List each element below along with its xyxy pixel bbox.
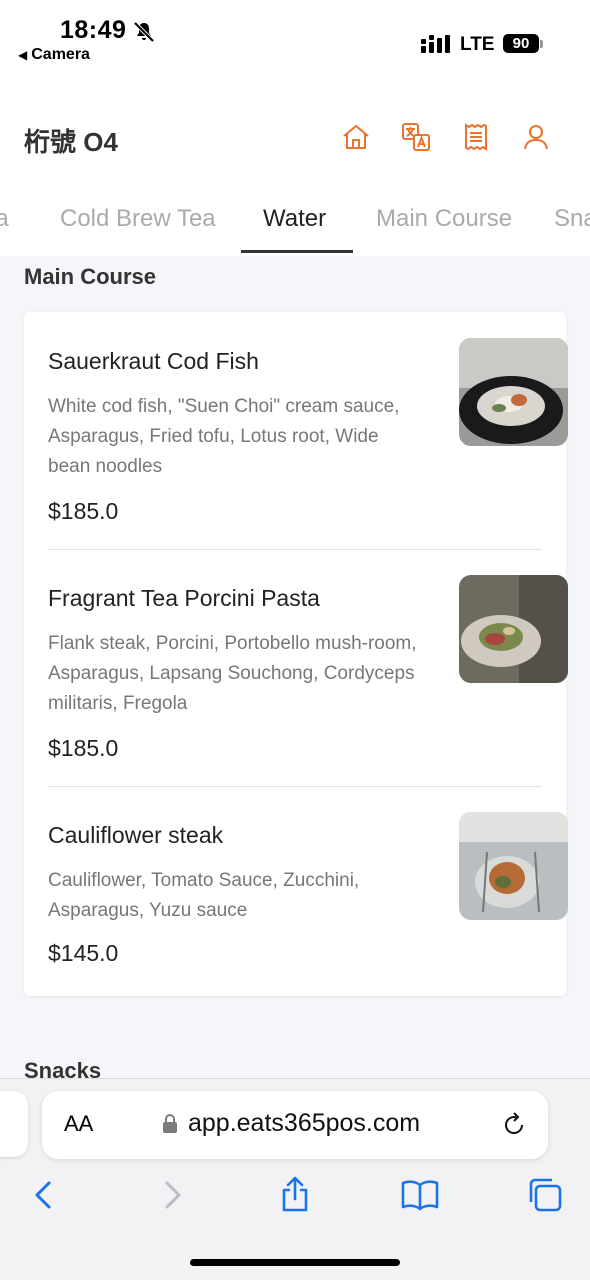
battery-tip	[540, 40, 543, 48]
user-icon[interactable]	[521, 122, 551, 152]
url-text: app.eats365pos.com	[188, 1109, 421, 1137]
home-indicator	[190, 1259, 400, 1266]
back-app-label: Camera	[31, 46, 90, 63]
tab-snacks[interactable]: Snacks	[554, 205, 590, 233]
menu-item[interactable]: Sauerkraut Cod Fish White cod fish, "Sue…	[48, 338, 568, 550]
app-header: 桁號 O4	[0, 80, 590, 190]
tab-cold-brew-tea[interactable]: Cold Brew Tea	[60, 205, 216, 233]
bookmarks-icon[interactable]	[400, 1175, 440, 1215]
item-photo[interactable]	[459, 575, 568, 683]
item-photo[interactable]	[459, 812, 568, 920]
section-title: Main Course	[24, 264, 157, 289]
back-icon[interactable]	[24, 1175, 64, 1215]
network-type: LTE	[460, 34, 495, 55]
reload-icon[interactable]	[500, 1111, 528, 1139]
tabs-icon[interactable]	[525, 1175, 565, 1215]
address-bar[interactable]: AA app.eats365pos.com	[42, 1091, 548, 1159]
tab-water[interactable]: Water	[263, 205, 326, 233]
text-size-button[interactable]: AA	[64, 1111, 93, 1137]
share-icon[interactable]	[275, 1175, 315, 1215]
browser-toolbar: AA app.eats365pos.com	[0, 1078, 590, 1280]
store-title: 桁號 O4	[24, 127, 118, 157]
item-price: $185.0	[48, 498, 119, 524]
signal-icon	[421, 35, 450, 53]
tab-main-course[interactable]: Main Course	[376, 205, 512, 233]
menu-item[interactable]: Cauliflower steak Cauliflower, Tomato Sa…	[48, 812, 568, 972]
text-size-label: AA	[64, 1111, 94, 1136]
menu-card: Sauerkraut Cod Fish White cod fish, "Sue…	[24, 312, 568, 996]
back-to-app-link[interactable]: ◀ Camera	[18, 46, 90, 64]
item-divider	[48, 786, 542, 787]
translate-icon[interactable]	[401, 122, 431, 152]
item-price: $145.0	[48, 940, 119, 966]
tab-tea[interactable]: Tea	[0, 205, 9, 233]
item-name: Cauliflower steak	[48, 822, 224, 848]
status-time: 18:49	[60, 16, 127, 44]
back-triangle-icon: ◀	[18, 48, 28, 62]
battery-indicator: 90	[503, 34, 539, 53]
item-description: Flank steak, Porcini, Portobello mush-ro…	[48, 633, 417, 714]
item-photo[interactable]	[459, 338, 568, 446]
item-description: White cod fish, "Suen Choi" cream sauce,…	[48, 396, 400, 477]
item-description: Cauliflower, Tomato Sauce, Zucchini, Asp…	[48, 870, 360, 921]
active-tab-indicator	[241, 250, 353, 253]
item-name: Sauerkraut Cod Fish	[48, 348, 259, 374]
category-tabs: Tea Cold Brew Tea Water Main Course Snac…	[0, 190, 590, 256]
item-divider	[48, 549, 542, 550]
lock-icon	[163, 1114, 177, 1133]
item-name: Fragrant Tea Porcini Pasta	[48, 585, 320, 611]
bell-muted-icon	[133, 21, 155, 43]
receipt-icon[interactable]	[461, 122, 491, 152]
previous-tab-card[interactable]	[0, 1091, 28, 1157]
home-icon[interactable]	[341, 122, 371, 152]
forward-icon[interactable]	[152, 1175, 192, 1215]
item-price: $185.0	[48, 735, 119, 761]
status-bar: 18:49 ◀ Camera LTE 90	[0, 0, 590, 80]
menu-item[interactable]: Fragrant Tea Porcini Pasta Flank steak, …	[48, 575, 568, 787]
